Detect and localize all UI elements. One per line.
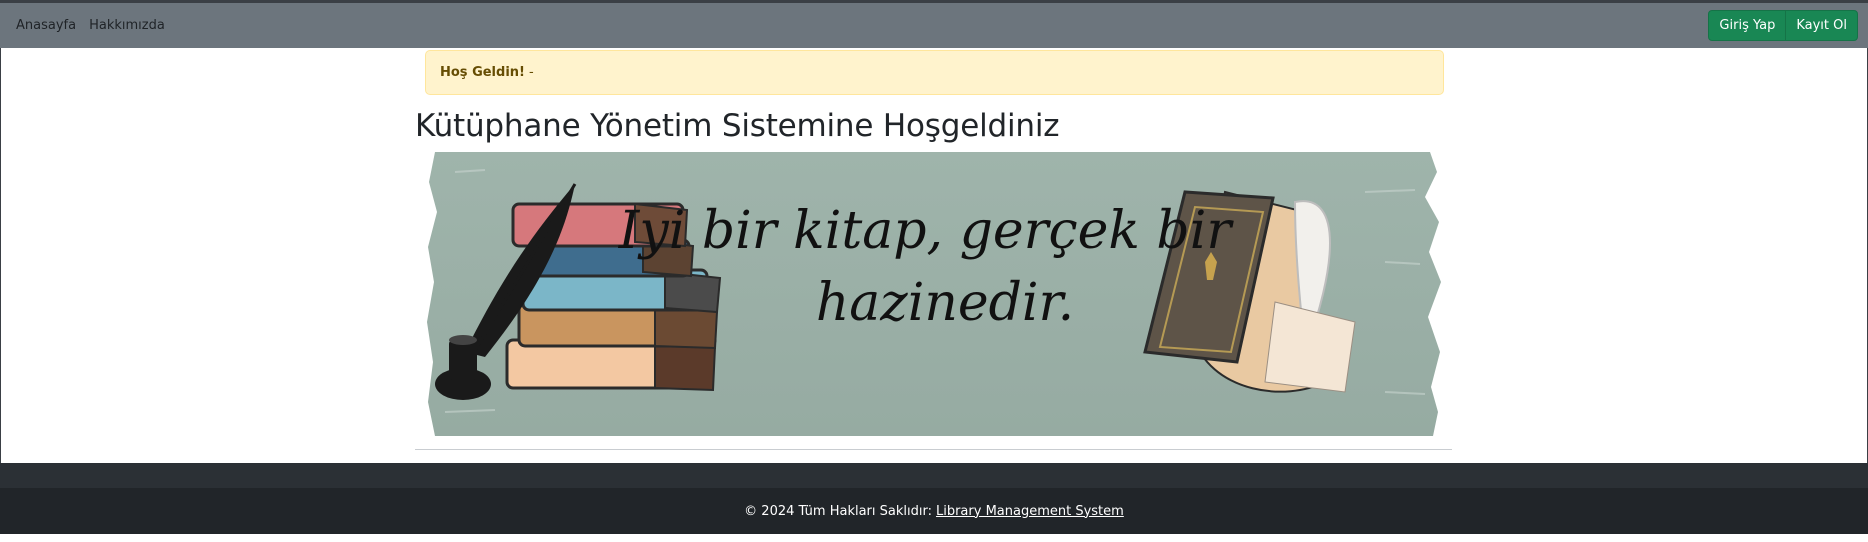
footer: © 2024 Tüm Hakları Saklıdır: Library Man… bbox=[0, 488, 1868, 534]
library-banner-image: Iyi bir kitap, gerçek bir hazinedir. bbox=[425, 152, 1445, 436]
page-title: Kütüphane Yönetim Sistemine Hoşgeldiniz bbox=[415, 108, 1060, 144]
divider bbox=[415, 449, 1452, 450]
navbar: Anasayfa Hakkımızda Giriş Yap Kayıt Ol bbox=[0, 0, 1868, 48]
footer-link[interactable]: Library Management System bbox=[936, 504, 1124, 519]
bottom-strip bbox=[0, 534, 1868, 542]
auth-buttons: Giriş Yap Kayıt Ol bbox=[1708, 10, 1858, 41]
nav-links: Anasayfa Hakkımızda bbox=[16, 18, 178, 33]
login-button[interactable]: Giriş Yap bbox=[1708, 10, 1787, 41]
footer-top-band bbox=[0, 463, 1868, 488]
banner-quote-line1: Iyi bir kitap, gerçek bir bbox=[618, 201, 1235, 261]
footer-copyright: © 2024 Tüm Hakları Saklıdır: bbox=[744, 503, 932, 519]
register-button[interactable]: Kayıt Ol bbox=[1785, 10, 1858, 41]
alert-title: Hoş Geldin! bbox=[440, 65, 525, 80]
nav-link-about[interactable]: Hakkımızda bbox=[89, 18, 165, 33]
nav-link-home[interactable]: Anasayfa bbox=[16, 18, 76, 33]
alert-text: - bbox=[528, 65, 534, 80]
welcome-alert: Hoş Geldin! - bbox=[425, 50, 1444, 95]
banner-quote-line2: hazinedir. bbox=[816, 273, 1074, 333]
